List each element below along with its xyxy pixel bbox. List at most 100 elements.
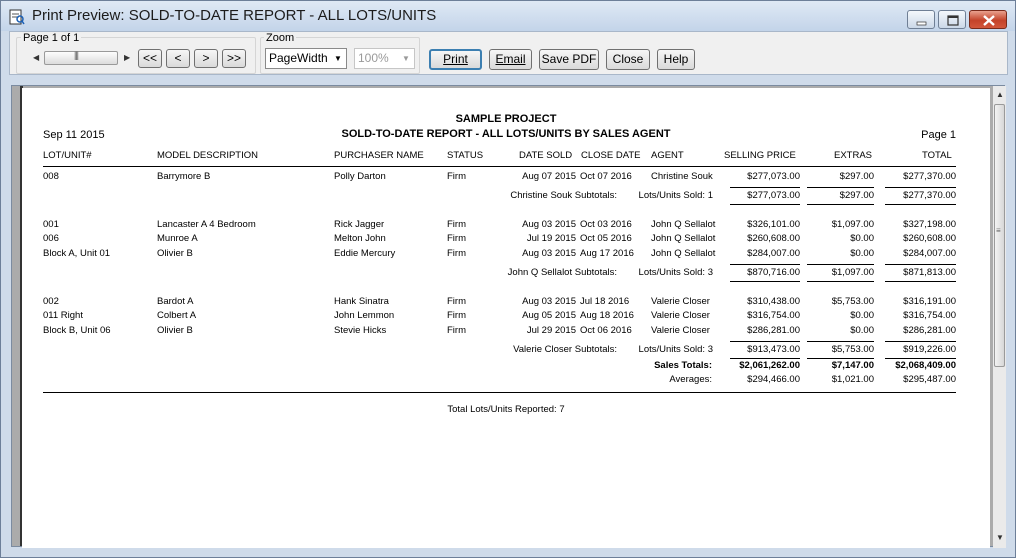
subtotal-extras: $1,097.00 [831, 266, 874, 278]
table-cell: Firm [447, 247, 466, 259]
table-cell: Valerie Closer [651, 310, 710, 322]
zoom-mode-value: PageWidth [269, 51, 328, 65]
next-page-button[interactable]: > [194, 49, 218, 68]
table-cell: Firm [447, 219, 466, 230]
subtotal-underline [807, 204, 874, 206]
table-cell: Aug 17 2016 [580, 247, 634, 259]
subtotal-extras: $5,753.00 [831, 343, 874, 355]
table-cell: John Q Sellalot [651, 247, 716, 259]
table-cell: Aug 03 2015 [522, 247, 576, 259]
table-cell: $5,753.00 [831, 296, 874, 307]
column-header: CLOSE DATE [581, 150, 641, 161]
table-cell: $1,097.00 [831, 219, 874, 230]
title-bar[interactable]: Print Preview: SOLD-TO-DATE REPORT - ALL… [1, 1, 1015, 31]
close-button-label: Close [612, 52, 644, 66]
report-footer-rule [43, 392, 956, 393]
window-close-button[interactable] [969, 10, 1007, 29]
first-page-button[interactable]: << [138, 49, 162, 68]
table-cell: Valerie Closer [651, 324, 710, 336]
table-cell: $0.00 [850, 247, 874, 259]
column-header: LOT/UNIT# [43, 150, 92, 161]
slider-track[interactable] [44, 51, 118, 65]
table-cell: $316,191.00 [903, 296, 956, 307]
save-pdf-button-label: Save PDF [541, 52, 597, 66]
table-cell: $284,007.00 [747, 247, 800, 259]
table-cell: $277,370.00 [903, 171, 956, 182]
table-cell: Hank Sinatra [334, 296, 389, 307]
column-header: SELLING PRICE [724, 150, 796, 161]
help-button[interactable]: Help [657, 49, 695, 70]
subtotal-total: $871,813.00 [903, 266, 956, 278]
last-page-button[interactable]: >> [222, 49, 246, 68]
table-cell: John Q Sellalot [651, 219, 716, 230]
column-header: STATUS [447, 150, 484, 161]
page-slider[interactable]: ◀ ||| ▶ [30, 48, 134, 68]
table-cell: Oct 06 2016 [580, 324, 632, 336]
subtotal-underline [730, 280, 800, 282]
subtotal-rule [885, 263, 956, 265]
subtotal-underline [885, 357, 956, 359]
email-button[interactable]: Email [489, 49, 532, 70]
chevron-down-icon[interactable]: ▼ [398, 49, 414, 68]
table-cell: Jul 29 2015 [526, 324, 576, 336]
averages-total: $295,487.00 [903, 374, 956, 385]
table-cell: Aug 05 2015 [522, 310, 576, 322]
scroll-down-arrow-icon[interactable]: ▼ [996, 533, 1004, 542]
help-button-label: Help [663, 52, 689, 66]
subtotal-label: Valerie Closer Subtotals: [513, 343, 617, 355]
table-cell: Melton John [334, 233, 386, 245]
page-count-label: Page 1 of 1 [21, 32, 82, 44]
table-cell: $0.00 [850, 324, 874, 336]
sales-totals-extras: $7,147.00 [831, 360, 874, 371]
minimize-button[interactable] [907, 10, 935, 29]
table-cell: Bardot A [157, 296, 194, 307]
preview-viewport[interactable]: SAMPLE PROJECT SOLD-TO-DATE REPORT - ALL… [11, 85, 1006, 548]
minimize-icon [916, 21, 927, 26]
print-button[interactable]: Print [429, 49, 482, 70]
table-cell: Aug 03 2015 [522, 219, 576, 230]
table-cell: Munroe A [157, 233, 198, 245]
column-header: EXTRAS [834, 150, 873, 161]
table-cell: $284,007.00 [903, 247, 956, 259]
close-button[interactable]: Close [606, 49, 650, 70]
subtotal-total: $919,226.00 [903, 343, 956, 355]
subtotal-lots-sold: Lots/Units Sold: 3 [638, 343, 713, 355]
print-preview-app-icon [9, 9, 25, 25]
table-cell: 011 Right [43, 310, 83, 322]
table-cell: $260,608.00 [747, 233, 800, 245]
subtotal-rule [807, 340, 874, 342]
sales-totals-price: $2,061,262.00 [739, 360, 800, 371]
report-date: Sep 11 2015 [43, 129, 105, 141]
slider-left-arrow-icon[interactable]: ◀ [33, 53, 39, 62]
table-cell: $316,754.00 [903, 310, 956, 322]
averages-extras: $1,021.00 [831, 374, 874, 385]
slider-grip-icon[interactable]: ||| [74, 50, 79, 60]
table-cell: 001 [43, 219, 59, 230]
table-cell: Christine Souk [651, 171, 713, 182]
subtotal-price: $913,473.00 [747, 343, 800, 355]
vertical-scrollbar[interactable]: ▲ ≡ ▼ [993, 86, 1006, 548]
subtotal-rule [807, 187, 874, 189]
averages-label: Averages: [669, 374, 712, 385]
chevron-down-icon[interactable]: ▼ [330, 49, 346, 68]
zoom-mode-select[interactable]: PageWidth ▼ [265, 48, 347, 69]
scroll-up-arrow-icon[interactable]: ▲ [996, 90, 1004, 99]
print-preview-window: Print Preview: SOLD-TO-DATE REPORT - ALL… [0, 0, 1016, 558]
table-cell: Firm [447, 233, 466, 245]
subtotal-rule [730, 263, 800, 265]
averages-price: $294,466.00 [747, 374, 800, 385]
subtotal-rule [730, 340, 800, 342]
table-cell: John Lemmon [334, 310, 395, 322]
table-cell: $310,438.00 [747, 296, 800, 307]
zoom-percent-select[interactable]: 100% ▼ [354, 48, 415, 69]
table-cell: Aug 18 2016 [580, 310, 634, 322]
save-pdf-button[interactable]: Save PDF [539, 49, 599, 70]
previous-page-button[interactable]: < [166, 49, 190, 68]
table-cell: $327,198.00 [903, 219, 956, 230]
maximize-button[interactable] [938, 10, 966, 29]
email-button-label: Email [495, 52, 526, 66]
table-cell: $286,281.00 [747, 324, 800, 336]
table-cell: $0.00 [850, 310, 874, 322]
scroll-thumb[interactable] [994, 104, 1005, 367]
slider-right-arrow-icon[interactable]: ▶ [124, 53, 130, 62]
